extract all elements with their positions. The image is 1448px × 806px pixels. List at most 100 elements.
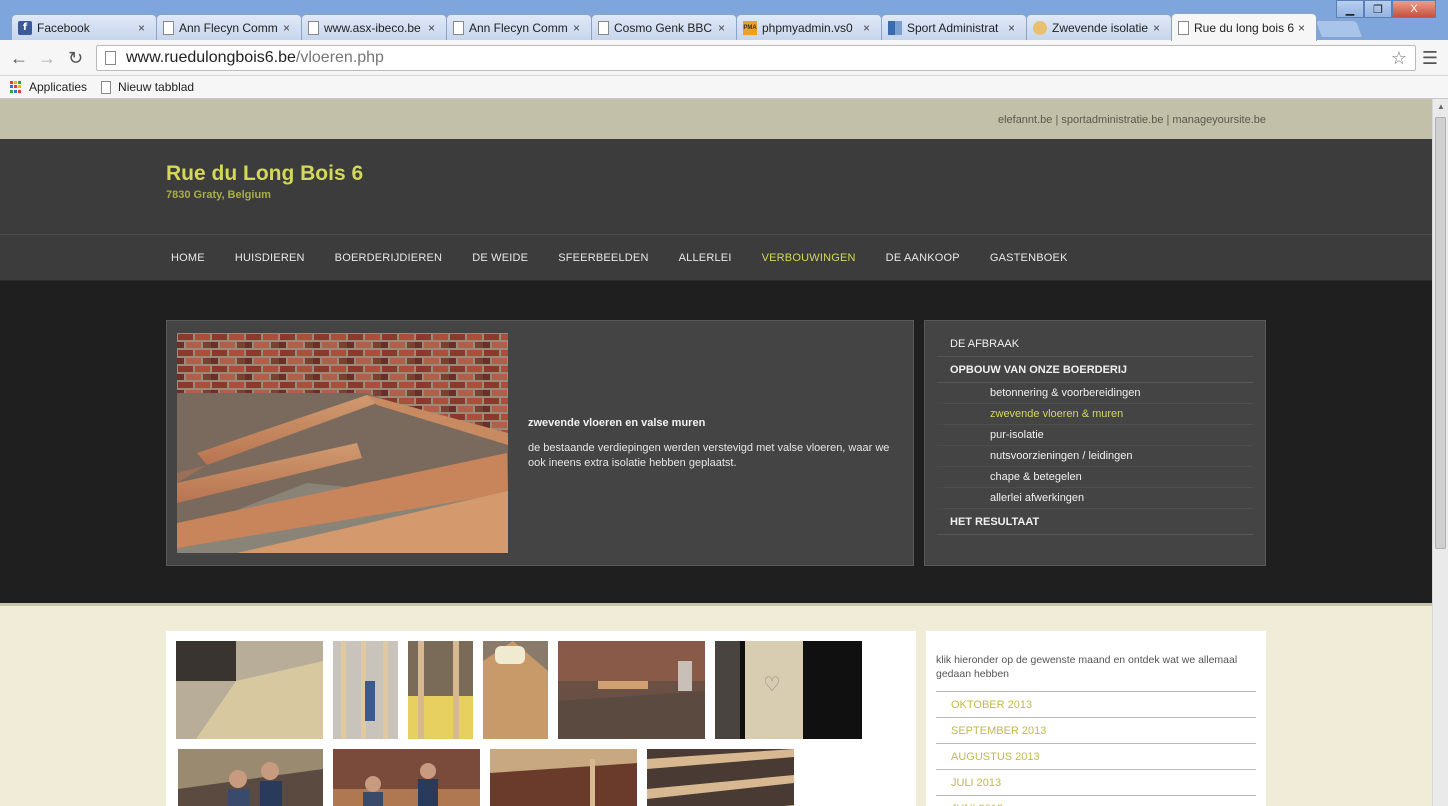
nav-item-de-weide[interactable]: DE WEIDE [472, 252, 528, 264]
close-tab-icon[interactable]: × [573, 21, 585, 35]
tab-title: Sport Administrat [907, 20, 999, 35]
window-controls: ▁ ❐ X [1336, 0, 1436, 18]
feature-box: zwevende vloeren en valse muren de besta… [166, 320, 914, 566]
facebook-icon: f [18, 20, 32, 35]
close-window-button[interactable]: X [1392, 0, 1436, 18]
archive-month-link[interactable]: OKTOBER 2013 [936, 692, 1256, 718]
page-icon [163, 20, 174, 35]
page-scrollbar[interactable]: ▲ [1432, 99, 1448, 806]
bookmark-applicaties[interactable]: Applicaties [10, 80, 87, 94]
scrollbar-thumb[interactable] [1435, 117, 1446, 549]
site-header: Rue du Long Bois 6 7830 Graty, Belgium [0, 139, 1432, 235]
web-page: elefannt.be | sportadministratie.be | ma… [0, 99, 1432, 806]
gallery-thumbnail[interactable] [333, 641, 398, 739]
maximize-button[interactable]: ❐ [1364, 0, 1392, 18]
nav-item-sfeerbeelden[interactable]: SFEERBEELDEN [558, 252, 648, 264]
gallery-thumbnail[interactable] [647, 749, 794, 806]
main-nav: HOME HUISDIEREN BOERDERIJDIEREN DE WEIDE SFE… [0, 235, 1432, 281]
gallery-thumbnail[interactable] [483, 641, 548, 739]
sidebar-subitem[interactable]: allerlei afwerkingen [937, 488, 1253, 509]
address-bar[interactable]: www.ruedulongbois6.be/vloeren.php ☆ [96, 45, 1416, 71]
scroll-up-icon[interactable]: ▲ [1437, 102, 1445, 111]
phpmyadmin-icon: PMA [743, 20, 757, 35]
archive-month-list: OKTOBER 2013 SEPTEMBER 2013 AUGUSTUS 2013 J… [936, 692, 1256, 806]
tab-3[interactable]: www.asx-ibeco.be × [301, 14, 447, 40]
close-tab-icon[interactable]: × [283, 21, 295, 35]
bookmark-star-icon[interactable]: ☆ [1391, 48, 1407, 69]
archive-month-link[interactable]: AUGUSTUS 2013 [936, 744, 1256, 770]
tab-title: Rue du long bois 6 [1194, 20, 1294, 35]
sidebar-subitem[interactable]: pur-isolatie [937, 425, 1253, 446]
archive-box: klik hieronder op de gewenste maand en o… [926, 631, 1266, 806]
tab-title: www.asx-ibeco.be [324, 20, 421, 35]
thumbnail-image [178, 749, 323, 806]
new-tab-button[interactable] [1314, 20, 1364, 38]
tab-1[interactable]: f Facebook × [11, 14, 157, 40]
browser-chrome: ▁ ❐ X f Facebook × Ann Flecyn Comm × www.asx-… [0, 0, 1448, 99]
tab-5[interactable]: Cosmo Genk BBC × [591, 14, 737, 40]
sport-icon [888, 20, 902, 35]
gallery-thumbnail[interactable] [490, 749, 637, 806]
tab-8[interactable]: Zwevende isolatie × [1026, 14, 1172, 40]
sidebar-subitem[interactable]: nutsvoorzieningen / leidingen [937, 446, 1253, 467]
close-tab-icon[interactable]: × [1153, 21, 1165, 35]
tab-7[interactable]: Sport Administrat × [881, 14, 1027, 40]
thumbnail-image: ♡ [715, 641, 862, 739]
gallery-thumbnail[interactable] [558, 641, 705, 739]
bookmark-label: Applicaties [29, 80, 88, 94]
tab-title: Ann Flecyn Comm [469, 20, 568, 35]
sidebar-subitem[interactable]: zwevende vloeren & muren [937, 404, 1253, 425]
apps-grid-icon [10, 81, 22, 93]
tab-6[interactable]: PMA phpmyadmin.vs0 × [736, 14, 882, 40]
tab-2[interactable]: Ann Flecyn Comm × [156, 14, 302, 40]
gallery-thumbnail[interactable] [178, 749, 323, 806]
gallery-thumbnail[interactable] [408, 641, 473, 739]
close-tab-icon[interactable]: × [718, 21, 730, 35]
nav-item-home[interactable]: HOME [171, 252, 205, 264]
top-bar: elefannt.be | sportadministratie.be | ma… [0, 99, 1432, 139]
archive-month-link[interactable]: JULI 2013 [936, 770, 1256, 796]
tab-4[interactable]: Ann Flecyn Comm × [446, 14, 592, 40]
close-tab-icon[interactable]: × [863, 21, 875, 35]
bookmark-nieuw-tabblad[interactable]: Nieuw tabblad [101, 80, 194, 94]
close-tab-icon[interactable]: × [1298, 21, 1310, 35]
close-tab-icon[interactable]: × [1008, 21, 1020, 35]
partner-links[interactable]: elefannt.be | sportadministratie.be | ma… [998, 114, 1266, 126]
sidebar-section[interactable]: HET RESULTAAT [937, 509, 1253, 535]
archive-month-link[interactable]: SEPTEMBER 2013 [936, 718, 1256, 744]
close-tab-icon[interactable]: × [428, 21, 440, 35]
tab-9[interactable]: Rue du long bois 6 × [1171, 13, 1317, 41]
close-tab-icon[interactable]: × [138, 21, 150, 35]
thumbnail-image [647, 749, 794, 806]
gallery-thumbnail[interactable]: ♡ [715, 641, 862, 739]
nav-item-allerlei[interactable]: ALLERLEI [679, 252, 732, 264]
page-icon [453, 20, 464, 35]
page-icon [598, 20, 609, 35]
gallery-thumbnail[interactable] [333, 749, 480, 806]
menu-icon[interactable]: ☰ [1422, 48, 1438, 69]
sidebar-section[interactable]: OPBOUW VAN ONZE BOERDERIJ [937, 357, 1253, 383]
nav-item-huisdieren[interactable]: HUISDIEREN [235, 252, 305, 264]
archive-month-link[interactable]: JUNI 2013 [936, 796, 1256, 806]
floor-frame-photo [177, 333, 508, 553]
browser-toolbar: ← → ↻ www.ruedulongbois6.be/vloeren.php … [0, 40, 1448, 76]
sidebar-subitem[interactable]: chape & betegelen [937, 467, 1253, 488]
sidebar-section[interactable]: DE AFBRAAK [937, 331, 1253, 357]
feature-photo [177, 333, 508, 553]
back-arrow-icon[interactable]: ← [10, 48, 28, 69]
page-icon [101, 80, 112, 94]
thumbnail-image [558, 641, 705, 739]
reload-icon[interactable]: ↻ [68, 48, 83, 69]
nav-item-de-aankoop[interactable]: DE AANKOOP [886, 252, 960, 264]
minimize-button[interactable]: ▁ [1336, 0, 1364, 18]
gallery-thumbnail[interactable] [176, 641, 323, 739]
thumbnail-image [483, 641, 548, 739]
tab-title: phpmyadmin.vs0 [762, 20, 853, 35]
bookmarks-bar: Applicaties Nieuw tabblad [0, 76, 1448, 99]
nav-item-verbouwingen[interactable]: VERBOUWINGEN [762, 252, 856, 264]
site-title[interactable]: Rue du Long Bois 6 [166, 162, 363, 186]
nav-item-boerderijdieren[interactable]: BOERDERIJDIEREN [335, 252, 443, 264]
forward-arrow-icon[interactable]: → [38, 48, 56, 69]
nav-item-gastenboek[interactable]: GASTENBOEK [990, 252, 1068, 264]
sidebar-subitem[interactable]: betonnering & voorbereidingen [937, 383, 1253, 404]
